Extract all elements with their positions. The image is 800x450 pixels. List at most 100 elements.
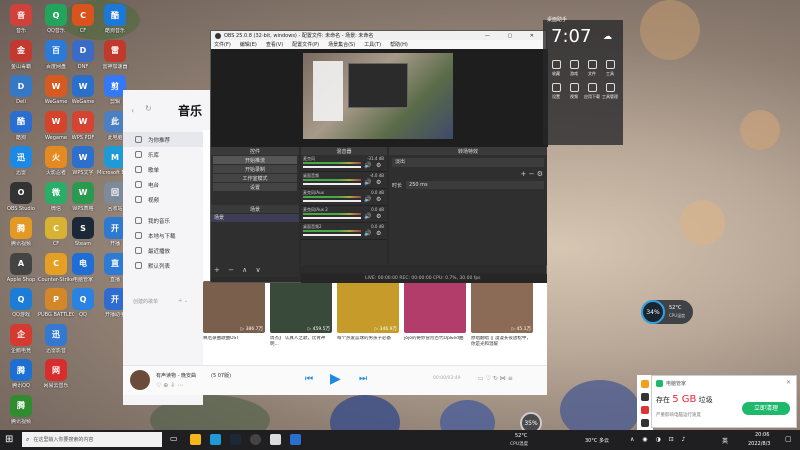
- sidebar-item[interactable]: 本地与下载: [123, 228, 203, 243]
- obs-menu-item[interactable]: 场景集合(S): [328, 41, 355, 48]
- desktop-icon[interactable]: 企企鹅电竞: [3, 323, 39, 362]
- search-box[interactable]: ⌕ 在这里输入你要搜索的内容: [22, 432, 162, 447]
- desktop-icon[interactable]: D Dell: [3, 75, 39, 113]
- track-gear-icon[interactable]: ⚙: [376, 179, 381, 186]
- obs-menu-item[interactable]: 查看(V): [266, 41, 283, 48]
- desktop-icon[interactable]: 腾腾讯视频: [3, 394, 39, 433]
- desktop-icon[interactable]: 腾腾讯视频: [3, 217, 39, 255]
- assistant-item[interactable]: 工具: [601, 60, 619, 77]
- obs-menu-item[interactable]: 工具(T): [364, 41, 381, 48]
- desktop-icon[interactable]: S Steam: [65, 217, 101, 255]
- taskbar-app-icon[interactable]: [250, 434, 261, 445]
- obs-menu-item[interactable]: 配置文件(P): [292, 41, 319, 48]
- volume-slider[interactable]: [303, 166, 361, 168]
- notif-close-icon[interactable]: ✕: [786, 379, 791, 386]
- desktop-icon[interactable]: Q QQ游戏: [3, 288, 39, 326]
- desktop-icon[interactable]: D DNF: [65, 39, 101, 78]
- desktop-icon[interactable]: 电电脑管家: [65, 252, 101, 291]
- obs-menu-item[interactable]: 帮助(H): [390, 41, 408, 48]
- playlist-card[interactable]: jojo的奇妙冒险百代Op&ed曲: [404, 281, 466, 347]
- desktop-icon[interactable]: 迅迅雷: [3, 146, 39, 184]
- sidebar-item[interactable]: 默认列表: [123, 258, 203, 273]
- next-button[interactable]: ⏭: [359, 374, 367, 384]
- sidebar-item[interactable]: 为你推荐: [123, 132, 203, 147]
- desktop-icon[interactable]: 腾腾讯QQ: [3, 359, 39, 397]
- start-icon[interactable]: ⊞: [5, 434, 13, 445]
- assistant-item[interactable]: 设置: [547, 83, 565, 100]
- taskbar-app-icon[interactable]: [270, 434, 281, 445]
- prev-button[interactable]: ⏮: [305, 374, 313, 384]
- tray-icon[interactable]: [641, 406, 649, 414]
- assistant-item[interactable]: 收藏: [547, 60, 565, 77]
- desktop-icon[interactable]: A Apple Shop: [3, 252, 39, 291]
- track-gear-icon[interactable]: ⚙: [376, 162, 381, 169]
- lang-indicator[interactable]: 英: [722, 436, 728, 445]
- playlist-card[interactable]: ▷ 45.1万 原唱翻唱 || 漫漫长夜放松中，你是光和温暖: [471, 281, 533, 347]
- sidebar-item[interactable]: 乐库: [123, 147, 203, 162]
- assistant-item[interactable]: 视频: [565, 83, 583, 100]
- taskbar-app-icon[interactable]: [290, 434, 301, 445]
- cleanup-button[interactable]: 立即清理: [742, 402, 790, 415]
- tray-icon[interactable]: [641, 380, 649, 388]
- desktop-icon[interactable]: 迅迅雷影音: [38, 323, 74, 362]
- sidebar-item[interactable]: 歌单: [123, 162, 203, 177]
- notification-center-icon[interactable]: ▢: [785, 435, 792, 443]
- volume-slider[interactable]: [303, 234, 361, 236]
- tray-icon[interactable]: [641, 393, 649, 401]
- playlist-card[interactable]: ▷ 459.5万 周杰】 认真人之歌，比青神明...: [270, 281, 332, 347]
- sidebar-item[interactable]: 最近播放: [123, 243, 203, 258]
- back-icon[interactable]: ‹: [131, 106, 134, 115]
- obs-menu-item[interactable]: 文件(F): [214, 41, 231, 48]
- playlist-card[interactable]: ▷ 386.7万 释厄录曲歌曲OST: [203, 281, 265, 347]
- transition-toolbar[interactable]: + − ⚙: [389, 170, 547, 178]
- sidebar-item[interactable]: 视频: [123, 192, 203, 207]
- desktop-icon[interactable]: 酷酷狗音乐: [97, 4, 133, 42]
- album-art[interactable]: [130, 370, 150, 390]
- obs-control-button[interactable]: 开始录制: [213, 165, 297, 173]
- desktop-icon[interactable]: 网网易云音乐: [38, 359, 74, 397]
- play-button[interactable]: ▶: [330, 371, 341, 387]
- volume-slider[interactable]: [303, 217, 361, 219]
- desktop-icon[interactable]: W WeGame: [65, 75, 101, 113]
- track-gear-icon[interactable]: ⚙: [376, 196, 381, 203]
- like-icon[interactable]: ♡ ⊕ ⇩ ⋯: [156, 382, 183, 389]
- obs-menu-item[interactable]: 编辑(E): [240, 41, 257, 48]
- assistant-item[interactable]: 文件: [583, 60, 601, 77]
- assistant-item[interactable]: 工具管理: [601, 83, 619, 100]
- desktop-icon[interactable]: W WPS文字: [65, 146, 101, 184]
- duration-input[interactable]: 250 ms: [406, 181, 544, 189]
- desktop-icon[interactable]: 音音乐: [3, 4, 39, 42]
- source-item[interactable]: 场景: [211, 214, 299, 222]
- obs-control-button[interactable]: 设置: [213, 183, 297, 191]
- desktop-icon[interactable]: 金金山毒霸: [3, 39, 39, 78]
- obs-control-button[interactable]: 工作室模式: [213, 174, 297, 182]
- speaker-icon[interactable]: 🔊: [364, 196, 371, 203]
- assistant-item[interactable]: 应用下载: [583, 83, 601, 100]
- obs-control-button[interactable]: 开始推流: [213, 156, 297, 164]
- taskbar-app-icon[interactable]: [190, 434, 201, 445]
- taskbar-app-icon[interactable]: [210, 434, 221, 445]
- assistant-item[interactable]: 游戏: [565, 60, 583, 77]
- speaker-icon[interactable]: 🔊: [364, 230, 371, 237]
- speaker-icon[interactable]: 🔊: [364, 213, 371, 220]
- playlist-card[interactable]: ▷ 346.9万 每个热爱篮球的男孩子必备: [337, 281, 399, 347]
- desktop-icon[interactable]: W WPS表格: [65, 181, 101, 220]
- desktop-icon[interactable]: W WPS PDF: [65, 110, 101, 149]
- obs-preview[interactable]: [211, 49, 548, 147]
- obs-window-controls[interactable]: — ▢ ✕: [485, 33, 546, 39]
- volume-slider[interactable]: [303, 200, 361, 202]
- taskbar-app-icon[interactable]: [230, 434, 241, 445]
- tray-icon[interactable]: [641, 419, 649, 427]
- desktop-icon[interactable]: C CF: [65, 4, 101, 42]
- sidebar-item[interactable]: 电台: [123, 177, 203, 192]
- speaker-icon[interactable]: 🔊: [364, 179, 371, 186]
- track-gear-icon[interactable]: ⚙: [376, 230, 381, 237]
- add-playlist-icon[interactable]: + ⌄: [178, 298, 188, 305]
- volume-slider[interactable]: [303, 183, 361, 185]
- speaker-icon[interactable]: 🔊: [364, 162, 371, 169]
- task-view-icon[interactable]: ▭: [170, 434, 178, 443]
- desktop-icon[interactable]: 酷酷狗: [3, 110, 39, 149]
- source-list-toolbar[interactable]: + − ∧ ∨: [214, 266, 264, 274]
- sidebar-item[interactable]: 我的音乐: [123, 213, 203, 228]
- desktop-icon[interactable]: O OBS Studio: [3, 181, 39, 220]
